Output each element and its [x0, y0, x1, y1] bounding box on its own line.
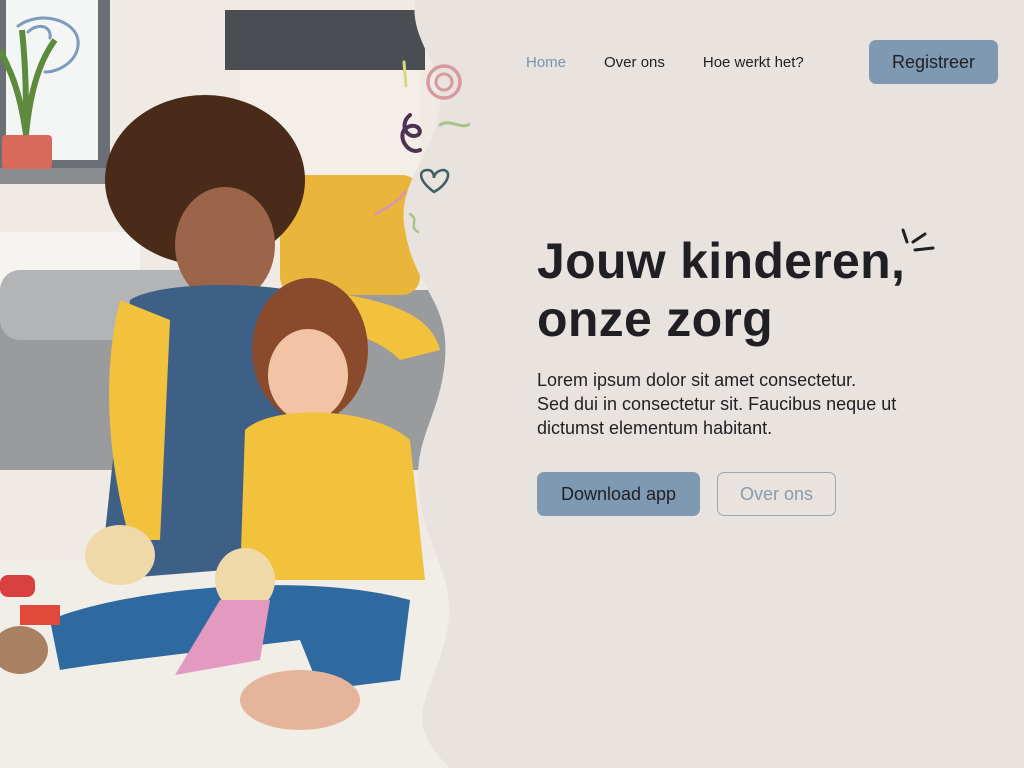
over-ons-button[interactable]: Over ons [717, 472, 836, 516]
hero-title-line-2: onze zorg [537, 291, 774, 347]
download-app-button[interactable]: Download app [537, 472, 700, 516]
hero-description-line-3: dictumst elementum habitant. [537, 418, 773, 438]
hero-description: Lorem ipsum dolor sit amet consectetur. … [537, 368, 927, 440]
sparkle-icon [901, 228, 935, 252]
hero-title-line-1: Jouw kinderen, [537, 233, 906, 289]
register-button[interactable]: Registreer [869, 40, 998, 84]
hero-description-line-1: Lorem ipsum dolor sit amet consectetur. [537, 370, 857, 390]
hero-description-line-2: Sed dui in consectetur sit. Faucibus neq… [537, 394, 897, 414]
hero-section: Jouw kinderen, onze zorg Lorem ipsum dol… [537, 228, 977, 516]
hero-actions: Download app Over ons [537, 472, 977, 516]
nav-link-home[interactable]: Home [526, 54, 566, 71]
nav-link-over-ons[interactable]: Over ons [604, 54, 665, 71]
hero-photo [0, 0, 470, 768]
nav-link-hoe-werkt-het[interactable]: Hoe werkt het? [703, 54, 804, 71]
top-nav: Home Over ons Hoe werkt het? Registreer [510, 40, 998, 84]
